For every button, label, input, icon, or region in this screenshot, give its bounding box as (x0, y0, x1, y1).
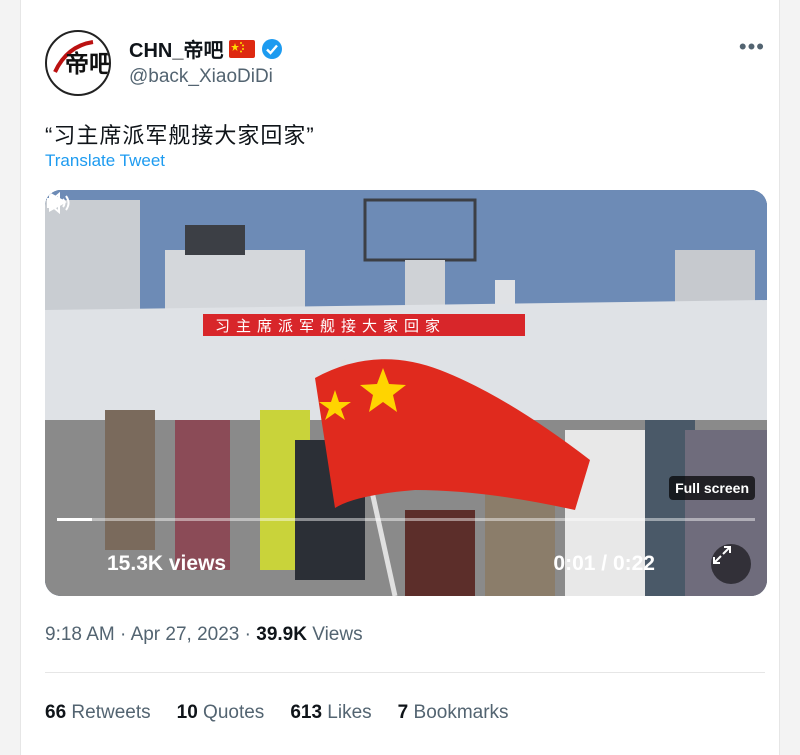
stat-label: Quotes (203, 702, 265, 723)
meta-separator: · (244, 624, 257, 645)
avatar-image: 帝吧 (48, 33, 109, 93)
video-time: 0:01 / 0:22 (553, 552, 655, 575)
stat-label: Bookmarks (413, 702, 509, 723)
engagement-stats: 66 Retweets 10 Quotes 613 Likes 7 Bookma… (45, 702, 509, 724)
translate-tweet-link[interactable]: Translate Tweet (45, 151, 165, 171)
volume-icon[interactable] (45, 190, 73, 216)
meta-separator: · (120, 624, 131, 645)
tweet-views-label: Views (312, 624, 363, 645)
handle[interactable]: @back_XiaoDiDi (129, 66, 273, 88)
tweet-date[interactable]: Apr 27, 2023 (131, 624, 240, 645)
stat-count: 10 (176, 702, 198, 723)
fullscreen-tooltip: Full screen (669, 476, 755, 500)
stat-label: Likes (327, 702, 372, 723)
video-player[interactable]: 习主席派军舰接大家回家 Full screen 15.3K views 0:01 (45, 190, 767, 596)
expand-arrows-icon (713, 546, 731, 564)
tweet-meta: 9:18 AM · Apr 27, 2023 · 39.9K Views (45, 624, 363, 646)
divider (45, 672, 765, 673)
tweet-text: “习主席派军舰接大家回家” (45, 123, 315, 148)
stat-count: 613 (290, 702, 323, 723)
expand-icon[interactable] (711, 544, 751, 584)
china-flag-emoji-icon (229, 39, 256, 58)
tweet-views-count: 39.9K (256, 624, 307, 645)
stat-count: 66 (45, 702, 67, 723)
ship-banner-text: 习主席派军舰接大家回家 (215, 317, 446, 335)
video-progress-bar[interactable] (57, 518, 755, 521)
more-options-icon[interactable]: ••• (739, 34, 765, 60)
display-name[interactable]: CHN_帝吧 (129, 34, 223, 63)
stat-count: 7 (397, 702, 409, 723)
stat-label: Retweets (71, 702, 151, 723)
avatar[interactable]: 帝吧 (45, 30, 111, 96)
tweet-time[interactable]: 9:18 AM (45, 624, 115, 645)
stat-likes[interactable]: 613 Likes (290, 702, 371, 724)
stat-quotes[interactable]: 10 Quotes (177, 702, 265, 724)
stat-bookmarks[interactable]: 7 Bookmarks (398, 702, 509, 724)
tweet-card: 帝吧 CHN_帝吧 @back_XiaoDiDi ••• “习主席派军舰接大家回… (20, 0, 780, 755)
verified-badge-icon (262, 38, 283, 59)
stat-retweets[interactable]: 66 Retweets (45, 702, 151, 724)
video-views: 15.3K views (107, 552, 227, 575)
video-frame: 习主席派军舰接大家回家 (45, 190, 767, 596)
avatar-text: 帝吧 (65, 50, 109, 78)
name-row: CHN_帝吧 (129, 34, 283, 63)
video-progress-fill (57, 518, 92, 521)
